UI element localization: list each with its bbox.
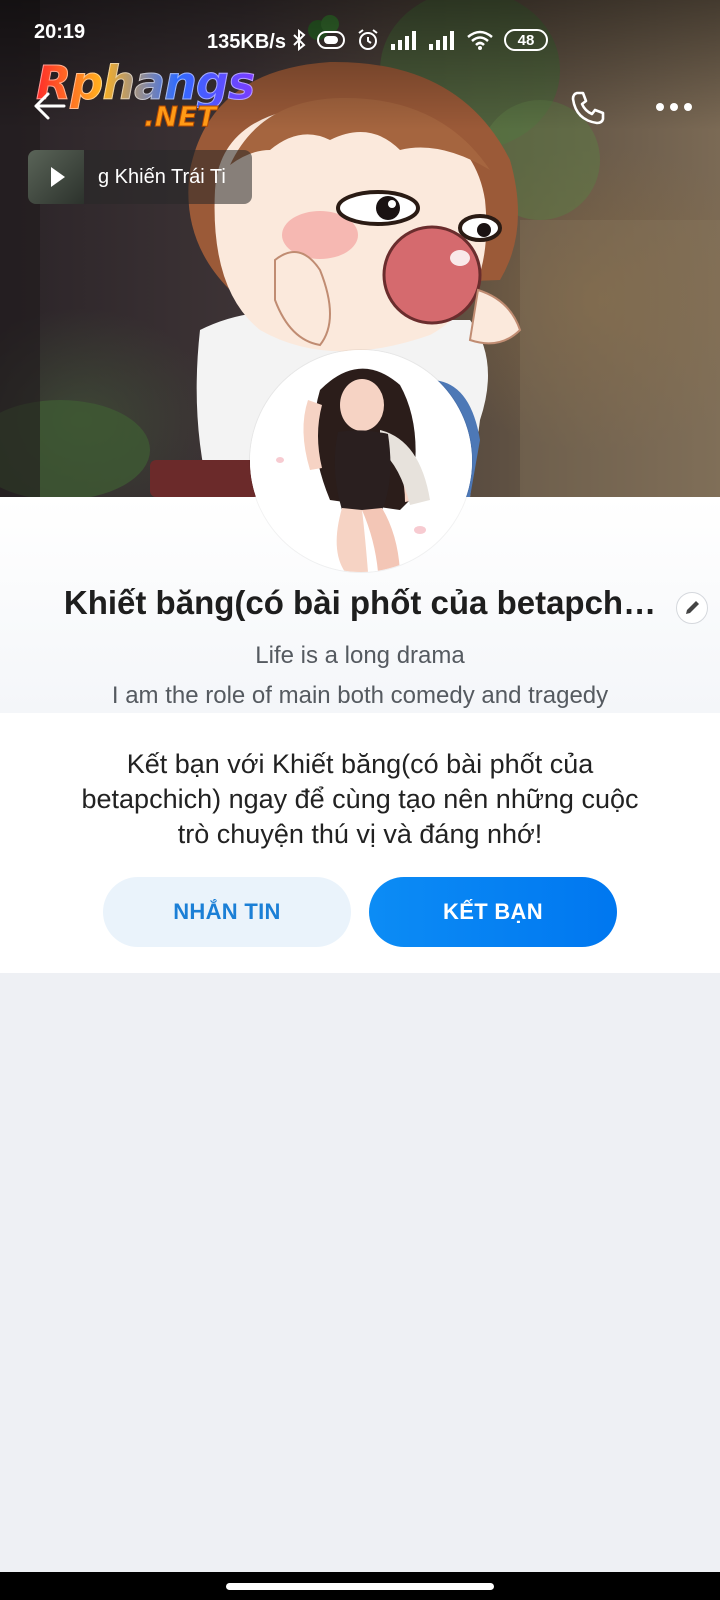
back-button[interactable] (30, 86, 70, 126)
profile-music-player[interactable]: g Khiến Trái Ti (28, 150, 252, 204)
status-network-speed: 135KB/s (207, 31, 286, 53)
bluetooth-icon (293, 29, 306, 51)
music-thumbnail (28, 150, 84, 204)
more-options-button[interactable] (652, 92, 696, 122)
edit-name-button[interactable] (676, 592, 708, 624)
phone-icon (571, 91, 605, 125)
home-indicator[interactable] (226, 1583, 494, 1590)
message-button[interactable]: NHẮN TIN (103, 877, 351, 947)
music-title: g Khiến Trái Ti (98, 165, 226, 188)
signal-icon (391, 31, 416, 50)
friend-suggestion-card: Kết bạn với Khiết băng(có bài phốt của b… (0, 713, 720, 973)
wifi-icon (467, 30, 493, 50)
bio-line-1: Life is a long drama (255, 642, 465, 669)
watermark-sub-text: .NET (143, 100, 217, 134)
system-navigation-bar (0, 1572, 720, 1600)
add-friend-button[interactable]: KẾT BẠN (369, 877, 617, 947)
status-icons: 48 (292, 28, 548, 52)
friend-suggestion-text: Kết bạn với Khiết băng(có bài phốt của b… (81, 749, 639, 849)
status-bar: 20:19 135KB/s 48 (0, 0, 720, 64)
alarm-icon (358, 29, 378, 50)
eye-comfort-icon (317, 31, 345, 49)
play-icon (51, 167, 65, 187)
profile-bio: Life is a long drama I am the role of ma… (0, 636, 720, 716)
profile-name: Khiết băng(có bài phốt của betapch… (63, 584, 657, 621)
back-arrow-icon (34, 92, 66, 120)
status-time: 20:19 (34, 20, 86, 43)
more-icon (656, 103, 692, 111)
avatar[interactable] (250, 350, 472, 572)
bio-line-2: I am the role of main both comedy and tr… (111, 682, 609, 709)
call-button[interactable] (568, 88, 608, 128)
edit-pencil-icon (686, 601, 699, 614)
signal-icon-2 (429, 31, 454, 50)
battery-icon: 48 (504, 29, 548, 51)
avatar-illustration (250, 350, 472, 572)
